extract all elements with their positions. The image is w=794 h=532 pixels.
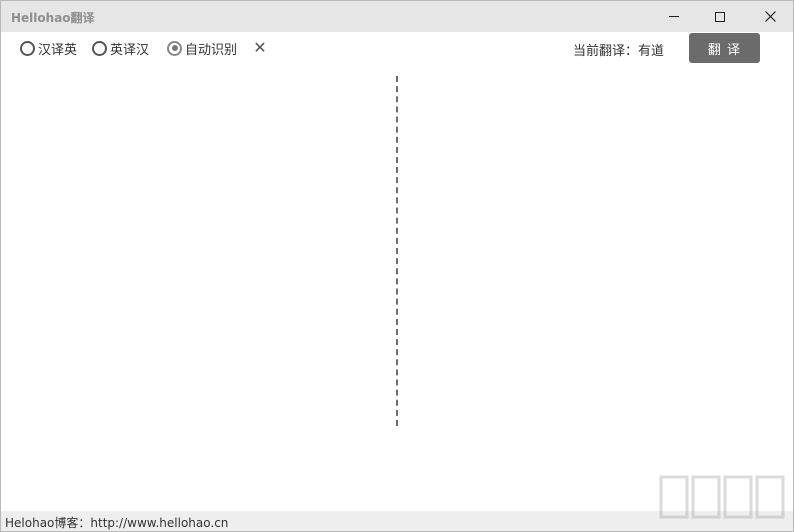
panel-divider [396,76,398,426]
minimize-button[interactable] [651,1,697,32]
radio-label: 自动识别 [185,42,238,58]
radio-label: 英译汉 [110,42,150,58]
title-bar[interactable]: Hellohao翻译 [1,1,793,32]
radio-auto-detect[interactable]: 自动识别 [167,39,238,58]
radio-en-to-zh[interactable]: 英译汉 [92,39,150,58]
radio-button-icon[interactable] [92,40,107,56]
radio-button-checked-icon[interactable] [167,40,182,56]
maximize-icon [715,11,725,22]
app-title: Hellohao翻译 [11,11,95,25]
translate-button[interactable]: 翻 译 [689,33,760,63]
engine-status: 当前翻译：有道 [573,44,665,59]
result-text-output[interactable] [399,65,793,509]
source-text-input[interactable] [1,65,395,509]
radio-button-icon[interactable] [20,40,35,56]
close-window-button[interactable] [747,1,793,32]
app-window: Hellohao翻译 汉译英 英译汉 自动识别 ✕ 当前翻译：有道 翻 译 He… [0,0,794,532]
watermark-logo [659,475,785,519]
toolbar: 汉译英 英译汉 自动识别 ✕ 当前翻译：有道 翻 译 [1,32,793,64]
maximize-button[interactable] [697,1,743,32]
close-icon [764,11,776,22]
blog-link-text: Helohao博客：http://www.hellohao.cn [5,516,229,530]
minimize-icon [669,16,679,17]
clear-button[interactable]: ✕ [251,38,269,58]
close-icon: ✕ [253,38,267,57]
radio-zh-to-en[interactable]: 汉译英 [20,39,78,58]
radio-label: 汉译英 [38,42,78,58]
